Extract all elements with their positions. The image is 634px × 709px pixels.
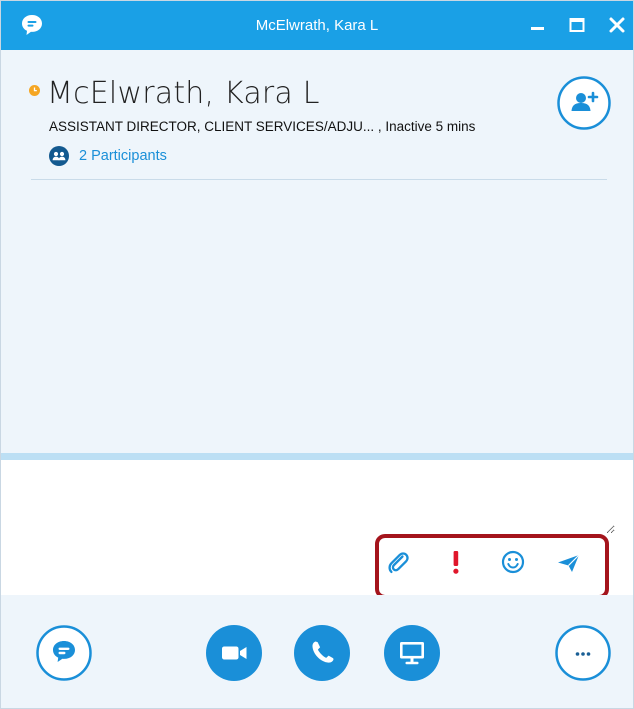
more-options-button[interactable] <box>555 625 611 681</box>
compose-area <box>1 460 633 595</box>
contact-name: McElwrath, Kara L <box>47 76 320 111</box>
emoticon-icon[interactable] <box>498 547 528 577</box>
video-button[interactable] <box>206 625 262 681</box>
message-input[interactable] <box>21 470 615 534</box>
send-icon[interactable] <box>553 547 583 577</box>
presence-away-icon <box>29 83 40 96</box>
present-screen-button[interactable] <box>384 625 440 681</box>
compose-top-border <box>1 453 633 460</box>
conversation-window: McElwrath, Kara L McElwrath, Kara L ASSI… <box>0 0 634 709</box>
call-button[interactable] <box>294 625 350 681</box>
participants-icon <box>49 146 69 166</box>
conversation-history <box>1 191 633 453</box>
attach-icon[interactable] <box>383 547 413 577</box>
participants-label: 2 Participants <box>79 148 167 164</box>
add-person-icon[interactable] <box>557 76 611 130</box>
participants-link[interactable]: 2 Participants <box>49 145 167 167</box>
title-bar: McElwrath, Kara L <box>1 1 633 50</box>
maximize-icon[interactable] <box>563 11 591 39</box>
header-divider <box>31 179 607 180</box>
im-button[interactable] <box>36 625 92 681</box>
close-icon[interactable] <box>603 11 631 39</box>
contact-title-status: ASSISTANT DIRECTOR, CLIENT SERVICES/ADJU… <box>49 119 476 134</box>
minimize-icon[interactable] <box>524 11 552 39</box>
importance-icon[interactable] <box>441 547 471 577</box>
